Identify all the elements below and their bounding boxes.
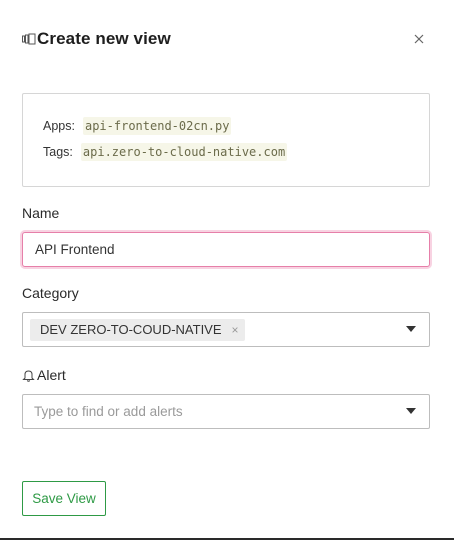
close-button[interactable] [410,30,428,48]
view-panels-icon [22,32,36,46]
chip-remove-icon[interactable]: × [232,323,239,337]
close-icon [414,34,424,44]
alert-select[interactable]: Type to find or add alerts [22,394,430,429]
category-chip-label: DEV ZERO-TO-COUD-NATIVE [40,322,222,337]
save-view-button[interactable]: Save View [22,481,106,516]
create-view-dialog: Create new view Apps: api-frontend-02cn.… [0,0,454,540]
chevron-down-icon[interactable] [406,408,416,414]
view-summary-box: Apps: api-frontend-02cn.py Tags: api.zer… [22,93,430,187]
name-input[interactable] [22,232,430,267]
apps-row: Apps: api-frontend-02cn.py [43,117,232,135]
dialog-header: Create new view [22,26,432,52]
category-label: Category [22,285,79,301]
apps-label: Apps: [43,119,75,133]
tags-row: Tags: api.zero-to-cloud-native.com [43,143,288,161]
bell-icon [22,368,36,382]
alert-label-row: Alert [22,367,66,383]
chevron-down-icon[interactable] [406,326,416,332]
category-chip: DEV ZERO-TO-COUD-NATIVE × [30,318,245,341]
apps-value: api-frontend-02cn.py [82,117,232,135]
alert-placeholder: Type to find or add alerts [34,404,183,419]
category-select[interactable]: DEV ZERO-TO-COUD-NATIVE × [22,312,430,347]
name-label: Name [22,205,60,221]
tags-label: Tags: [43,145,73,159]
dialog-bottom-border [0,538,454,540]
tags-value: api.zero-to-cloud-native.com [80,143,288,161]
dialog-title: Create new view [37,29,171,48]
alert-label: Alert [37,367,66,383]
